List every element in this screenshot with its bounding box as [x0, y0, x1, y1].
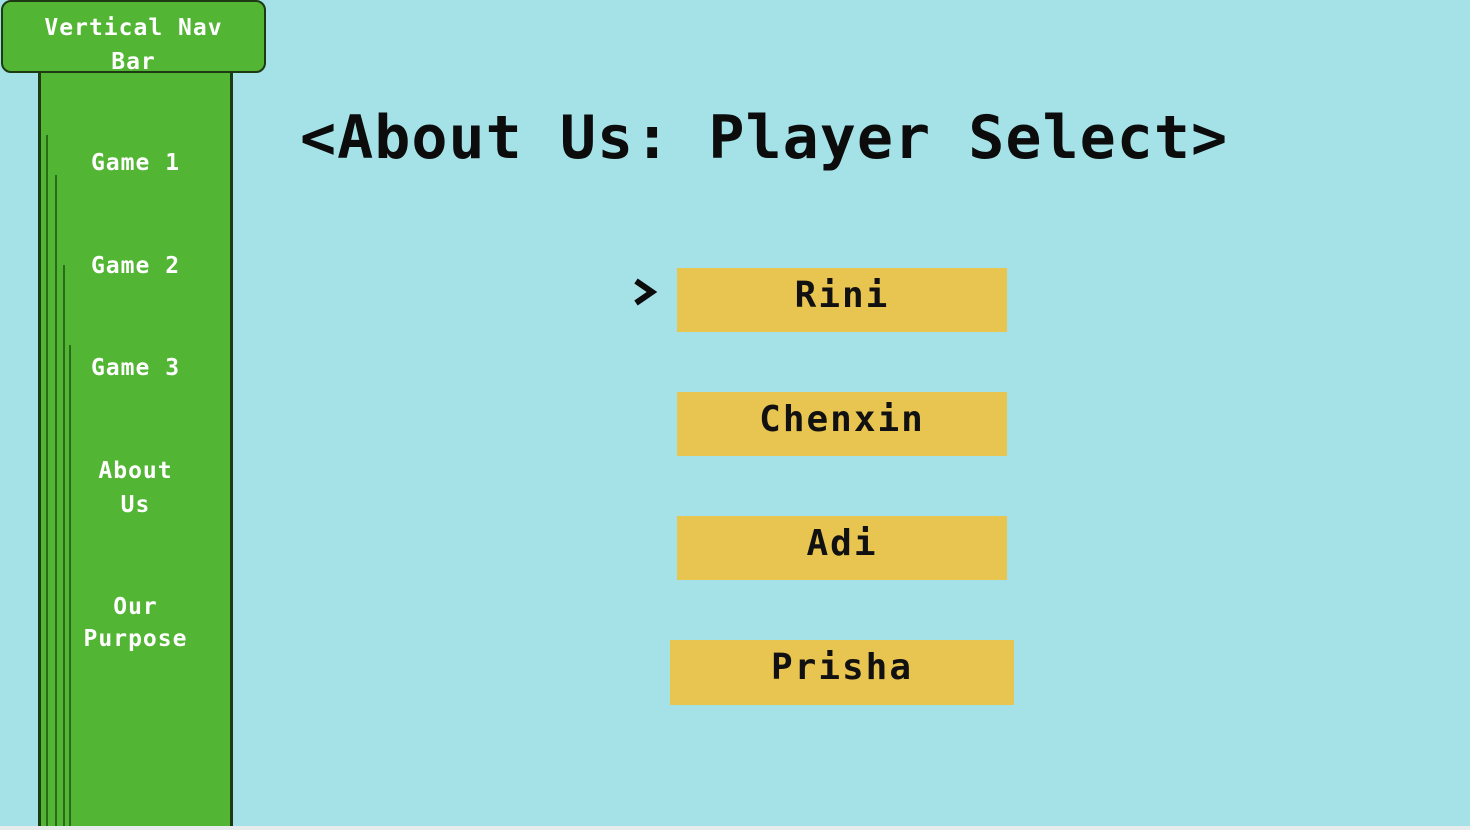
nav-item-game-3[interactable]: Game 3 [38, 351, 233, 385]
chevron-right-icon [634, 278, 658, 306]
nav-bar-header: Vertical Nav Bar [1, 0, 266, 75]
pipe-stripe [69, 345, 71, 830]
player-button-chenxin[interactable]: Chenxin [677, 392, 1007, 456]
vertical-nav-bar [38, 73, 233, 830]
page: Vertical Nav Bar Game 1 Game 2 Game 3 Ab… [0, 0, 1470, 830]
player-button-rini[interactable]: Rini [677, 268, 1007, 332]
nav-item-label-line2: Us [120, 492, 151, 518]
nav-item-our-purpose[interactable]: Our Purpose [38, 591, 233, 655]
nav-bar-title-line1: Vertical Nav [44, 15, 223, 41]
nav-item-game-1[interactable]: Game 1 [38, 146, 233, 180]
player-button-prisha[interactable]: Prisha [670, 640, 1014, 705]
bottom-edge [0, 826, 1470, 830]
page-title: <About Us: Player Select> [300, 103, 1229, 173]
nav-bar-title: Vertical Nav Bar [3, 11, 264, 79]
nav-item-about-us[interactable]: About Us [38, 454, 233, 522]
nav-item-label-line1: About [98, 458, 173, 484]
nav-item-label: Game 2 [90, 253, 181, 279]
nav-item-label-line1: Our [113, 594, 158, 620]
nav-item-label-line2: Purpose [83, 626, 188, 652]
nav-item-label: Game 1 [90, 150, 181, 176]
nav-item-label: Game 3 [90, 355, 181, 381]
nav-item-game-2[interactable]: Game 2 [38, 249, 233, 283]
pipe-stripe [63, 265, 65, 830]
player-button-adi[interactable]: Adi [677, 516, 1007, 580]
nav-bar-title-line2: Bar [111, 49, 156, 75]
